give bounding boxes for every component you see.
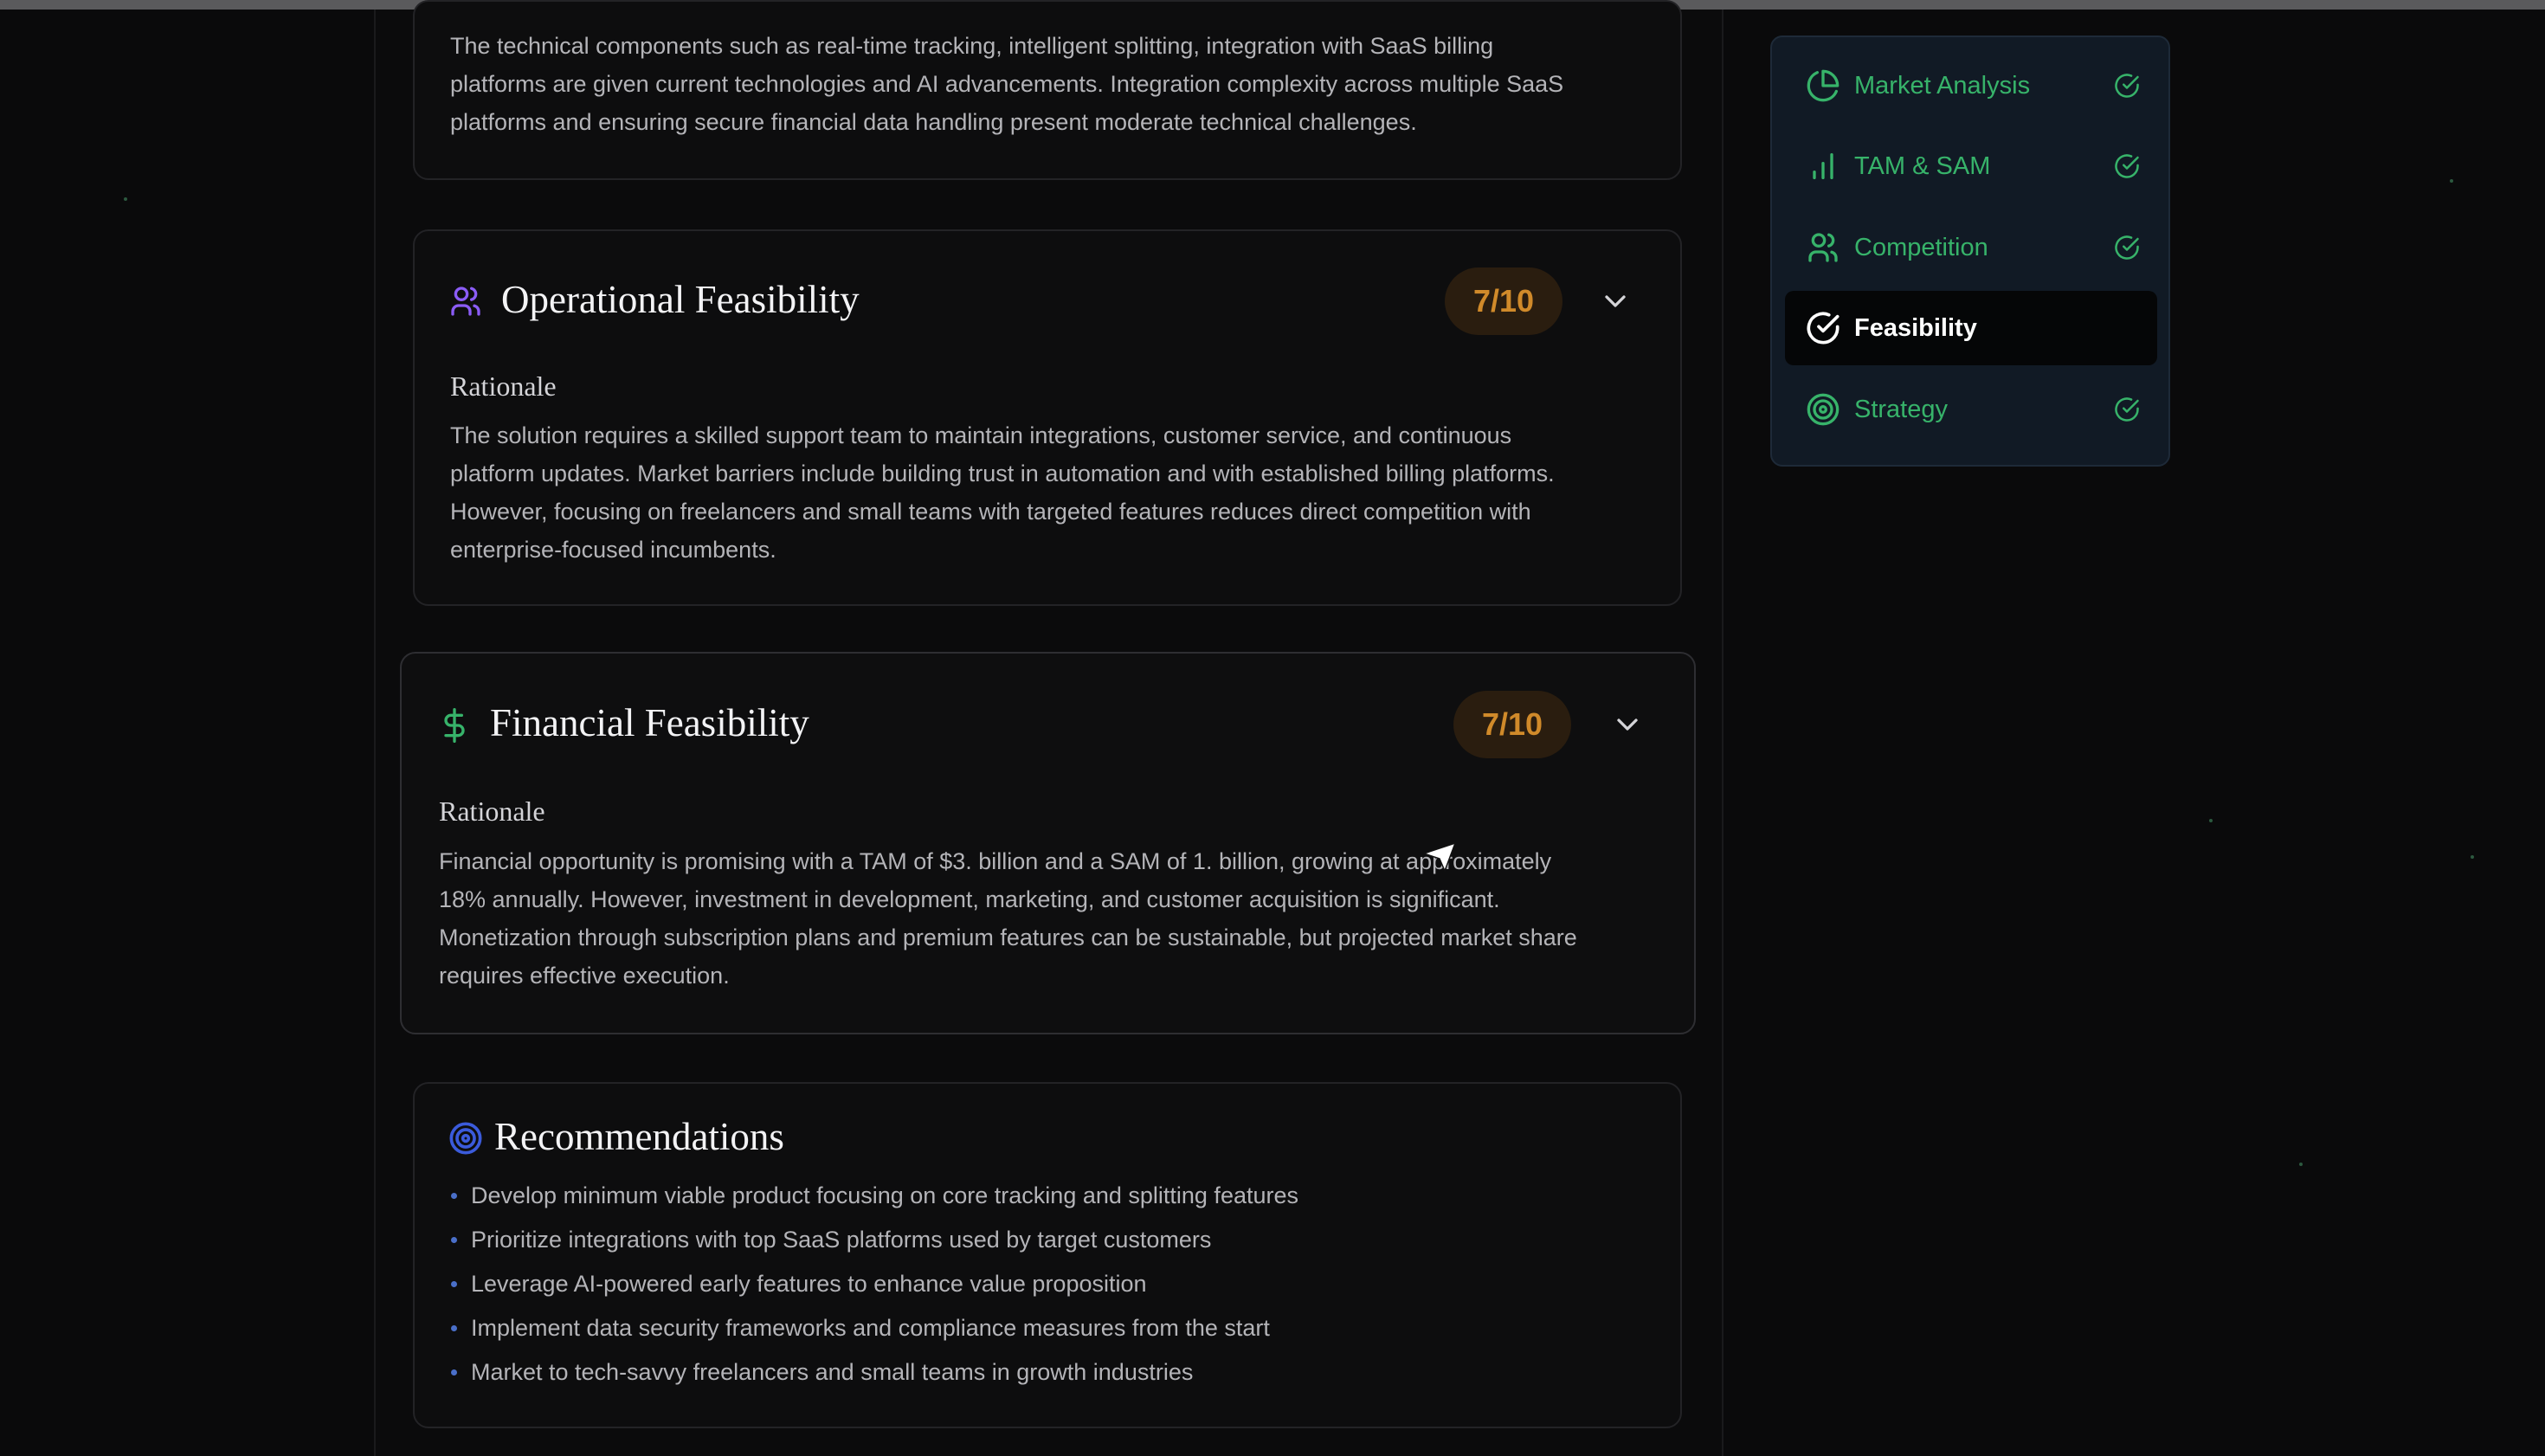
bullet	[451, 1281, 457, 1287]
recommendations-list: Develop minimum viable product focusing …	[450, 1174, 1298, 1395]
section-nav-sidebar: Market Analysis TAM & SAM Competition Fe…	[1770, 35, 2170, 467]
sidebar-item-label: Market Analysis	[1854, 72, 2031, 100]
recommendation-text: Implement data security frameworks and c…	[471, 1315, 1270, 1341]
users-icon	[1808, 233, 1838, 262]
text-line: enterprise-focused incumbents.	[450, 537, 776, 563]
target-icon	[1807, 393, 1839, 426]
mouse-cursor-icon	[1423, 842, 1456, 872]
text-line: Financial opportunity is promising with …	[439, 848, 1552, 874]
bullet	[451, 1193, 457, 1199]
sidebar-item-label: Competition	[1854, 234, 1988, 261]
background-dot	[2471, 855, 2474, 859]
sidebar-item-competition[interactable]: Competition	[1785, 210, 2157, 285]
text-line: platforms are given current technologies…	[450, 71, 1564, 97]
text-line: 18% annually. However, investment in dev…	[439, 886, 1500, 912]
bullet	[451, 1325, 457, 1331]
check-circle-icon	[2115, 397, 2139, 422]
target-icon	[449, 1122, 482, 1155]
sidebar-item-market-analysis[interactable]: Market Analysis	[1785, 48, 2157, 123]
bar-chart-icon	[1813, 153, 1833, 179]
financial-rationale-text: Financial opportunity is promising with …	[439, 842, 1577, 995]
background-dot	[2450, 179, 2453, 183]
operational-rationale-label: Rationale	[450, 370, 557, 402]
financial-score-badge: 7/10	[1453, 691, 1571, 758]
sidebar-item-label: Strategy	[1854, 396, 1948, 423]
operational-title: Operational Feasibility	[501, 278, 860, 321]
financial-rationale-label: Rationale	[439, 796, 545, 827]
check-circle-icon	[1807, 312, 1839, 345]
text-line: platforms and ensuring secure financial …	[450, 109, 1417, 135]
sidebar-item-label: Feasibility	[1854, 314, 1977, 342]
bullet	[451, 1237, 457, 1243]
sidebar-item-label: TAM & SAM	[1854, 152, 1991, 180]
sidebar-item-tam-sam[interactable]: TAM & SAM	[1785, 129, 2157, 203]
recommendation-text: Develop minimum viable product focusing …	[471, 1182, 1298, 1208]
recommendation-text: Leverage AI-powered early features to en…	[471, 1271, 1147, 1297]
technical-rationale-text: The technical components such as real-ti…	[450, 27, 1563, 141]
recommendation-text: Prioritize integrations with top SaaS pl…	[471, 1227, 1212, 1253]
check-circle-icon	[2115, 154, 2139, 178]
pie-chart-icon	[1807, 69, 1839, 102]
text-line: The technical components such as real-ti…	[450, 33, 1494, 59]
financial-title: Financial Feasibility	[490, 701, 809, 744]
text-line: platform updates. Market barriers includ…	[450, 461, 1555, 486]
list-item: Implement data security frameworks and c…	[450, 1306, 1298, 1350]
check-circle-icon	[2115, 235, 2139, 260]
users-icon	[451, 287, 480, 316]
sidebar-item-feasibility[interactable]: Feasibility	[1785, 291, 2157, 365]
recommendations-title: Recommendations	[494, 1115, 784, 1158]
background-dot	[124, 197, 127, 201]
page: The technical components such as real-ti…	[0, 0, 2545, 1456]
text-line: requires effective execution.	[439, 963, 730, 989]
background-dot	[2209, 819, 2213, 822]
chevron-down-icon[interactable]	[1598, 284, 1633, 319]
sidebar-item-strategy[interactable]: Strategy	[1785, 372, 2157, 447]
bullet	[451, 1369, 457, 1375]
list-item: Market to tech-savvy freelancers and sma…	[450, 1350, 1298, 1395]
recommendation-text: Market to tech-savvy freelancers and sma…	[471, 1359, 1194, 1385]
text-line: However, focusing on freelancers and sma…	[450, 499, 1531, 525]
list-item: Leverage AI-powered early features to en…	[450, 1262, 1298, 1306]
text-line: Monetization through subscription plans …	[439, 924, 1577, 950]
list-item: Develop minimum viable product focusing …	[450, 1174, 1298, 1218]
background-dot	[2299, 1163, 2303, 1166]
operational-rationale-text: The solution requires a skilled support …	[450, 416, 1555, 569]
operational-score-badge: 7/10	[1445, 267, 1562, 335]
check-circle-icon	[2115, 74, 2139, 98]
chevron-down-icon[interactable]	[1610, 707, 1645, 742]
text-line: The solution requires a skilled support …	[450, 422, 1512, 448]
list-item: Prioritize integrations with top SaaS pl…	[450, 1218, 1298, 1262]
dollar-icon	[444, 708, 465, 743]
